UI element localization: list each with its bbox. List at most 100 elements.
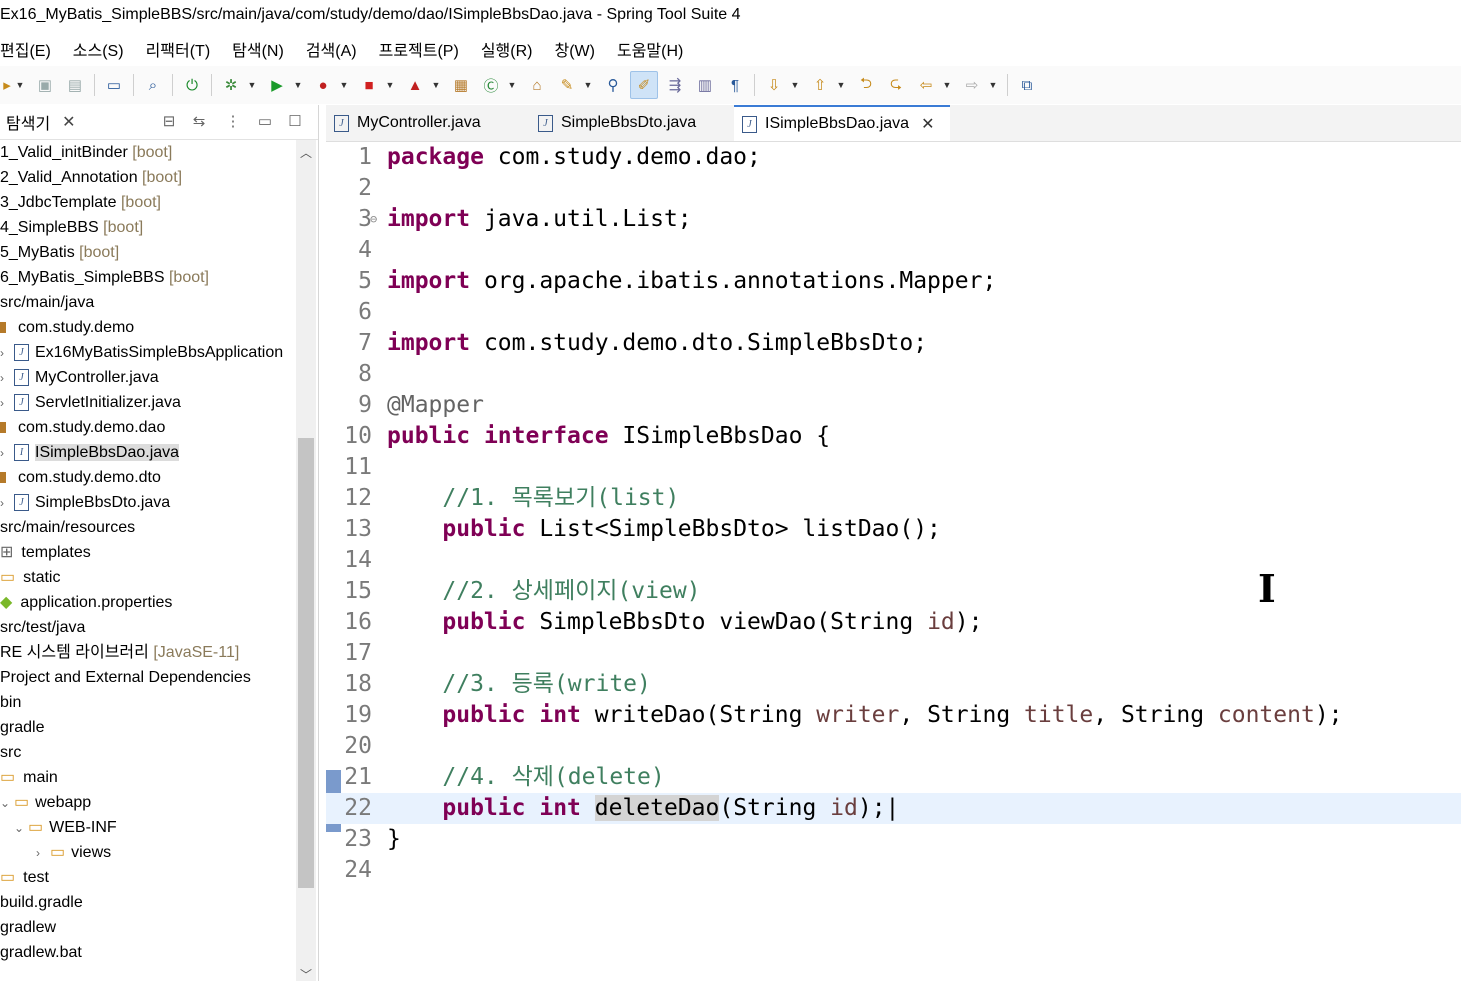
tree-item[interactable]: RE 시스템 라이브러리 [JavaSE-11] — [0, 640, 239, 665]
tab-simplebbsdto[interactable]: J SimpleBbsDto.java — [530, 105, 734, 141]
mark-occurrences-icon[interactable]: ✐ — [630, 71, 658, 99]
code-line[interactable]: 9 @Mapper — [326, 390, 1461, 421]
code-line[interactable]: 24 — [326, 855, 1461, 886]
search-icon[interactable]: ✎ — [554, 72, 580, 98]
view-menu-icon[interactable]: ⋮ — [222, 111, 244, 133]
menu-edit[interactable]: 편집(E) — [0, 37, 51, 61]
stop-dropdown-icon[interactable]: ▼ — [384, 72, 396, 98]
open-type-icon[interactable]: ⌂ — [524, 72, 550, 98]
external-tools-dropdown-icon[interactable]: ▼ — [430, 72, 442, 98]
tree-item[interactable]: › ▭ views — [36, 840, 111, 865]
forward-edit-icon[interactable]: ⮎ — [883, 72, 909, 98]
code-line[interactable]: 2 — [326, 173, 1461, 204]
menu-source[interactable]: 소스(S) — [73, 37, 124, 61]
tree-item[interactable]: › J SimpleBbsDto.java — [0, 490, 170, 515]
tree-item[interactable]: com.study.demo.dao — [0, 415, 165, 440]
tree-item[interactable]: › I ISimpleBbsDao.java — [0, 440, 180, 466]
back-icon[interactable]: ⇦ — [913, 72, 939, 98]
code-line[interactable]: 5 import org.apache.ibatis.annotations.Ma… — [326, 266, 1461, 297]
code-line[interactable]: 11 — [326, 452, 1461, 483]
new-class-icon[interactable]: Ⓒ — [478, 72, 504, 98]
menu-run[interactable]: 실행(R) — [481, 37, 533, 61]
code-line[interactable]: 23} — [326, 824, 1461, 855]
tree-item[interactable]: › J Ex16MyBatisSimpleBbsApplication — [0, 340, 283, 365]
chevron-right-icon[interactable]: › — [0, 366, 14, 391]
close-icon[interactable]: ✕ — [62, 112, 75, 132]
open-perspective-icon[interactable]: ⧉ — [1014, 72, 1040, 98]
code-line[interactable]: 8 — [326, 359, 1461, 390]
new-icon[interactable]: ▸ — [2, 72, 12, 98]
previous-annotation-icon[interactable]: ⇧ — [807, 72, 833, 98]
menu-search[interactable]: 검색(A) — [306, 37, 357, 61]
menu-project[interactable]: 프로젝트(P) — [379, 37, 459, 61]
show-whitespace-icon[interactable]: ¶ — [722, 72, 748, 98]
console-icon[interactable]: ▭ — [101, 72, 127, 98]
boot-dashboard-icon[interactable]: ⏻ — [179, 72, 205, 98]
code-line[interactable]: 20 — [326, 731, 1461, 762]
tree-item[interactable]: com.study.demo.dto — [0, 465, 161, 490]
code-line[interactable]: 6 — [326, 297, 1461, 328]
tree-item[interactable]: com.study.demo — [0, 315, 134, 340]
pin-icon[interactable]: ⚲ — [600, 72, 626, 98]
tab-mycontroller[interactable]: J MyController.java — [326, 105, 530, 141]
tree-item[interactable]: 5_MyBatis [boot] — [0, 240, 119, 265]
tree-item[interactable]: 6_MyBatis_SimpleBBS [boot] — [0, 265, 209, 290]
new-dropdown-icon[interactable]: ▼ — [14, 72, 26, 98]
code-line[interactable]: 7 import com.study.demo.dto.SimpleBbsDto; — [326, 328, 1461, 359]
tree-item[interactable]: ▭ static — [0, 565, 60, 590]
tree-item[interactable]: ⌄ ▭ WEB-INF — [14, 815, 117, 840]
code-line-current[interactable]: 22 public int deleteDao(String id);| — [326, 793, 1461, 824]
fold-icon[interactable]: ⊖ — [370, 204, 377, 235]
tree-item[interactable]: src/main/java — [0, 290, 94, 315]
tree-item[interactable]: ⊞ templates — [0, 540, 91, 565]
back-dropdown-icon[interactable]: ▼ — [941, 72, 953, 98]
code-editor[interactable]: 1 package com.study.demo.dao; 2 3 ⊖ import … — [326, 142, 1461, 981]
chevron-down-icon[interactable]: ﹀ — [300, 966, 312, 983]
next-annotation-icon[interactable]: ⇩ — [761, 72, 787, 98]
scrollbar-thumb[interactable] — [298, 438, 314, 888]
code-line[interactable]: 4 — [326, 235, 1461, 266]
code-line[interactable]: 13 public List<SimpleBbsDto> listDao(); — [326, 514, 1461, 545]
new-class-dropdown-icon[interactable]: ▼ — [506, 72, 518, 98]
code-line[interactable]: 19 public int writeDao(String writer, St… — [326, 700, 1461, 731]
debug-dropdown-icon[interactable]: ▼ — [246, 72, 258, 98]
tree-item[interactable]: Project and External Dependencies — [0, 665, 251, 690]
skip-breakpoints-icon[interactable]: ⌕ — [140, 72, 166, 98]
next-annotation-dropdown-icon[interactable]: ▼ — [789, 72, 801, 98]
tree-item[interactable]: 3_JdbcTemplate [boot] — [0, 190, 161, 215]
tree-item[interactable]: bin — [0, 690, 21, 715]
code-line[interactable]: 10 public interface ISimpleBbsDao { — [326, 421, 1461, 452]
chevron-down-icon[interactable]: ⌄ — [0, 791, 14, 816]
code-line[interactable]: 18 //3. 등록(write) — [326, 669, 1461, 700]
maximize-icon[interactable]: ☐ — [284, 111, 306, 133]
collapse-all-icon[interactable]: ⊟ — [158, 111, 180, 133]
chevron-right-icon[interactable]: › — [0, 441, 14, 466]
menu-help[interactable]: 도움말(H) — [617, 37, 683, 61]
tree-item[interactable]: gradle — [0, 715, 44, 740]
chevron-right-icon[interactable]: › — [36, 841, 50, 866]
forward-dropdown-icon[interactable]: ▼ — [987, 72, 999, 98]
tree-item[interactable]: ◆ application.properties — [0, 590, 172, 615]
forward-icon[interactable]: ⇨ — [959, 72, 985, 98]
coverage-icon[interactable]: ● — [310, 72, 336, 98]
close-icon[interactable]: ✕ — [921, 114, 934, 134]
menu-refactor[interactable]: 리팩터(T) — [146, 37, 211, 61]
code-line[interactable]: 1 package com.study.demo.dao; — [326, 142, 1461, 173]
run-icon[interactable]: ▶ — [264, 72, 290, 98]
debug-icon[interactable]: ✲ — [218, 72, 244, 98]
menu-navigate[interactable]: 탐색(N) — [232, 37, 284, 61]
tree-item[interactable]: ⌄ ▭ webapp — [0, 790, 91, 815]
tree-item[interactable]: ▭ test — [0, 865, 49, 890]
code-line[interactable]: 14 — [326, 545, 1461, 576]
save-icon[interactable]: ▣ — [32, 72, 58, 98]
tree-item[interactable]: gradlew — [0, 915, 56, 940]
link-with-editor-icon[interactable]: ⇆ — [188, 111, 210, 133]
code-line[interactable]: 21 //4. 삭제(delete) — [326, 762, 1461, 793]
code-line[interactable]: 12 //1. 목록보기(list) — [326, 483, 1461, 514]
tree-item[interactable]: gradlew.bat — [0, 940, 82, 965]
previous-annotation-dropdown-icon[interactable]: ▼ — [835, 72, 847, 98]
last-edit-icon[interactable]: ⮌ — [853, 72, 879, 98]
chevron-up-icon[interactable]: ︿ — [300, 144, 312, 161]
tree-item[interactable]: src/test/java — [0, 615, 85, 640]
tree-item[interactable]: › J ServletInitializer.java — [0, 390, 181, 415]
